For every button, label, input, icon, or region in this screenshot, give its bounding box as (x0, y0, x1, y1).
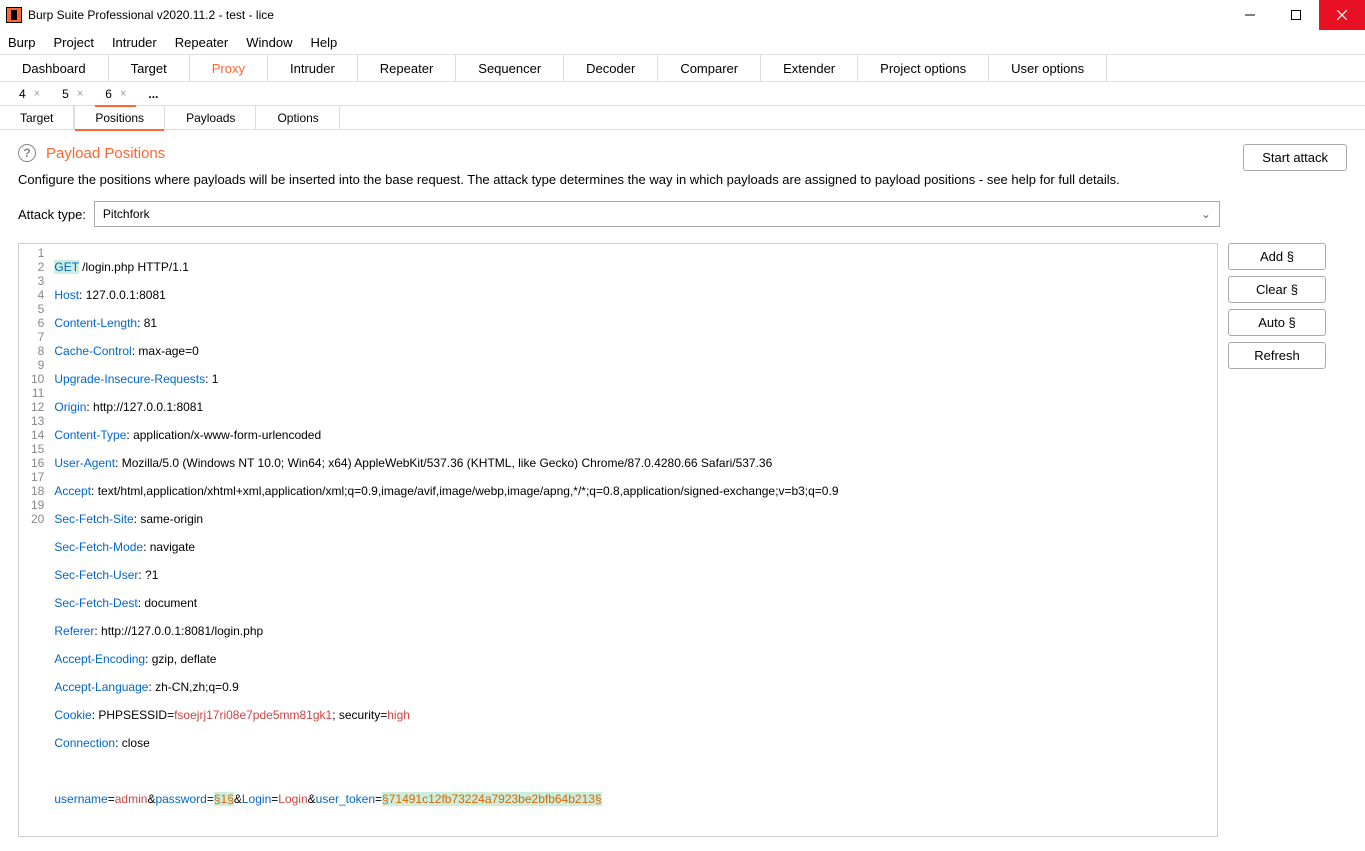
tab-extender[interactable]: Extender (761, 55, 858, 81)
attack-tab-5[interactable]: 5× (51, 82, 94, 106)
title-bar: Burp Suite Professional v2020.11.2 - tes… (0, 0, 1365, 30)
attack-number-tabs: 4× 5× 6× ... (0, 82, 1365, 106)
tab-repeater[interactable]: Repeater (358, 55, 456, 81)
menu-window[interactable]: Window (246, 35, 292, 50)
tab-intruder[interactable]: Intruder (268, 55, 358, 81)
close-icon[interactable]: × (77, 88, 83, 100)
subtab-options[interactable]: Options (256, 106, 339, 130)
subtab-target[interactable]: Target (0, 106, 74, 130)
minimize-button[interactable] (1227, 0, 1273, 30)
clear-marker-button[interactable]: Clear § (1228, 276, 1326, 303)
help-icon[interactable]: ? (18, 144, 36, 162)
auto-marker-button[interactable]: Auto § (1228, 309, 1326, 336)
menu-intruder[interactable]: Intruder (112, 35, 157, 50)
menu-help[interactable]: Help (310, 35, 337, 50)
close-button[interactable] (1319, 0, 1365, 30)
menu-project[interactable]: Project (53, 35, 93, 50)
menu-burp[interactable]: Burp (8, 35, 35, 50)
request-code[interactable]: GET /login.php HTTP/1.1 Host: 127.0.0.1:… (50, 244, 842, 836)
payload-marker-2: §71491c12fb73224a7923be2bfb64b213§ (382, 792, 602, 806)
maximize-button[interactable] (1273, 0, 1319, 30)
attack-tab-new[interactable]: ... (137, 82, 169, 106)
tab-dashboard[interactable]: Dashboard (0, 55, 109, 81)
menu-repeater[interactable]: Repeater (175, 35, 228, 50)
chevron-down-icon: ⌄ (1201, 207, 1211, 221)
subtab-payloads[interactable]: Payloads (165, 106, 256, 130)
attack-type-select[interactable]: Pitchfork ⌄ (94, 201, 1220, 227)
tab-proxy[interactable]: Proxy (190, 55, 268, 81)
attack-type-label: Attack type: (18, 207, 86, 222)
intruder-subtabs: Target Positions Payloads Options (0, 106, 1365, 130)
start-attack-button[interactable]: Start attack (1243, 144, 1347, 171)
main-tabs: Dashboard Target Proxy Intruder Repeater… (0, 54, 1365, 82)
attack-type-value: Pitchfork (103, 207, 150, 221)
add-marker-button[interactable]: Add § (1228, 243, 1326, 270)
close-icon[interactable]: × (34, 88, 40, 100)
tab-user-options[interactable]: User options (989, 55, 1107, 81)
menu-bar: Burp Project Intruder Repeater Window He… (0, 30, 1365, 54)
subtab-positions[interactable]: Positions (74, 106, 165, 130)
app-icon (6, 7, 22, 23)
tab-sequencer[interactable]: Sequencer (456, 55, 564, 81)
tab-comparer[interactable]: Comparer (658, 55, 761, 81)
section-description: Configure the positions where payloads w… (18, 172, 1347, 187)
tab-target[interactable]: Target (109, 55, 190, 81)
section-title: Payload Positions (46, 145, 165, 162)
close-icon[interactable]: × (120, 88, 126, 100)
tab-project-options[interactable]: Project options (858, 55, 989, 81)
attack-tab-6[interactable]: 6× (94, 82, 137, 106)
attack-tab-4[interactable]: 4× (8, 82, 51, 106)
line-gutter: 1234567891011121314151617181920 (19, 244, 50, 836)
tab-decoder[interactable]: Decoder (564, 55, 658, 81)
payload-marker-1: §1§ (214, 792, 234, 806)
request-editor[interactable]: 1234567891011121314151617181920 GET /log… (18, 243, 1218, 837)
window-title: Burp Suite Professional v2020.11.2 - tes… (28, 8, 1227, 22)
refresh-button[interactable]: Refresh (1228, 342, 1326, 369)
